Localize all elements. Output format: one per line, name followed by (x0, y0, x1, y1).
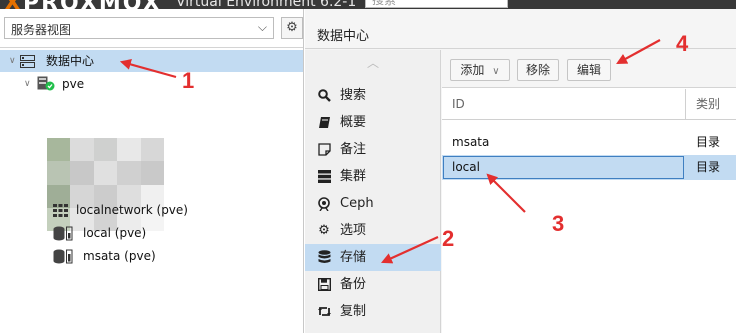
nav-item-replication[interactable]: 复制 (305, 298, 441, 325)
column-header-type[interactable]: 类别 (696, 89, 720, 120)
table-row[interactable]: msata 目录 (442, 130, 736, 155)
remove-button[interactable]: 移除 (517, 59, 559, 81)
version-text: Virtual Environment 6.2-1 (176, 0, 357, 9)
nav-item-options[interactable]: ⚙ 选项 (305, 217, 441, 244)
storage-content: 添加 ∨ 移除 编辑 ID 类别 msata 目录 local 目录 (442, 50, 736, 333)
datacenter-panel: 数据中心 ︿ 搜索 概要 备注 集群 Ceph ⚙ 选项 存储 备份 复制 添加… (305, 9, 736, 333)
nav-item-ceph[interactable]: Ceph (305, 190, 441, 217)
column-divider[interactable] (685, 89, 686, 120)
tree-item-label: 数据中心 (46, 54, 95, 68)
chevron-down-icon: ⌵ (257, 20, 267, 34)
gear-icon[interactable]: ⚙ (281, 17, 303, 39)
server-icon (317, 163, 331, 193)
collapse-icon[interactable]: ∨ (24, 73, 31, 95)
nav-item-summary[interactable]: 概要 (305, 109, 441, 136)
tree-item-label: localnetwork (pve) (76, 203, 188, 217)
tree-item-label: pve (62, 77, 85, 91)
view-select-value: 服务器视图 (11, 23, 72, 37)
storage-icon (53, 245, 73, 272)
nav-item-backup[interactable]: 备份 (305, 271, 441, 298)
search-icon (317, 82, 331, 112)
book-icon (317, 109, 331, 139)
scroll-up-icon[interactable]: ︿ (305, 54, 441, 71)
tree-item-msata-storage[interactable]: msata (pve) (0, 245, 303, 267)
view-select[interactable]: 服务器视图 ⌵ (4, 17, 274, 39)
tree-item-local-storage[interactable]: local (pve) (0, 222, 303, 244)
top-header: XPROXMOX Virtual Environment 6.2-1 搜索 (0, 0, 736, 9)
note-icon (317, 136, 331, 166)
storage-grid-header: ID 类别 (442, 89, 736, 120)
resource-tree: ∨ 数据中心 ∨ pve localnetwork (pve) local (p… (0, 47, 303, 333)
cell-id: msata (452, 135, 490, 149)
datacenter-nav-menu: ︿ 搜索 概要 备注 集群 Ceph ⚙ 选项 存储 备份 复制 (305, 50, 441, 333)
column-header-id[interactable]: ID (452, 89, 465, 120)
nav-item-search[interactable]: 搜索 (305, 82, 441, 109)
gear-icon: ⚙ (318, 223, 330, 238)
nav-item-storage[interactable]: 存储 (305, 244, 441, 271)
global-search-input[interactable]: 搜索 (365, 0, 508, 8)
floppy-icon (317, 271, 331, 301)
tree-item-label: msata (pve) (83, 249, 156, 263)
tree-item-node-pve[interactable]: ∨ pve (0, 73, 303, 95)
storage-toolbar: 添加 ∨ 移除 编辑 (442, 50, 736, 88)
brand-name: PROXMOX (23, 0, 162, 9)
cell-type: 目录 (696, 160, 721, 174)
cell-type: 目录 (696, 135, 721, 149)
proxmox-logo: XPROXMOX (4, 0, 162, 9)
tree-item-datacenter[interactable]: ∨ 数据中心 (0, 50, 303, 72)
database-icon (317, 244, 331, 274)
tree-item-label: local (pve) (83, 226, 147, 240)
resource-tree-panel: 服务器视图 ⌵ ⚙ ∨ 数据中心 ∨ pve localnetwork (pve… (0, 9, 304, 333)
retweet-icon (317, 298, 331, 328)
panel-header: 数据中心 (305, 9, 736, 49)
nav-item-cluster[interactable]: 集群 (305, 163, 441, 190)
panel-title: 数据中心 (317, 29, 370, 44)
collapse-icon[interactable]: ∨ (9, 50, 16, 72)
edit-button[interactable]: 编辑 (567, 59, 611, 81)
nav-item-notes[interactable]: 备注 (305, 136, 441, 163)
add-button[interactable]: 添加 ∨ (450, 59, 510, 81)
table-row[interactable]: local 目录 (442, 155, 736, 180)
node-online-icon (37, 73, 55, 99)
tree-item-localnetwork[interactable]: localnetwork (pve) (0, 199, 303, 221)
cell-id: local (452, 160, 480, 174)
chevron-down-icon: ∨ (492, 66, 500, 77)
